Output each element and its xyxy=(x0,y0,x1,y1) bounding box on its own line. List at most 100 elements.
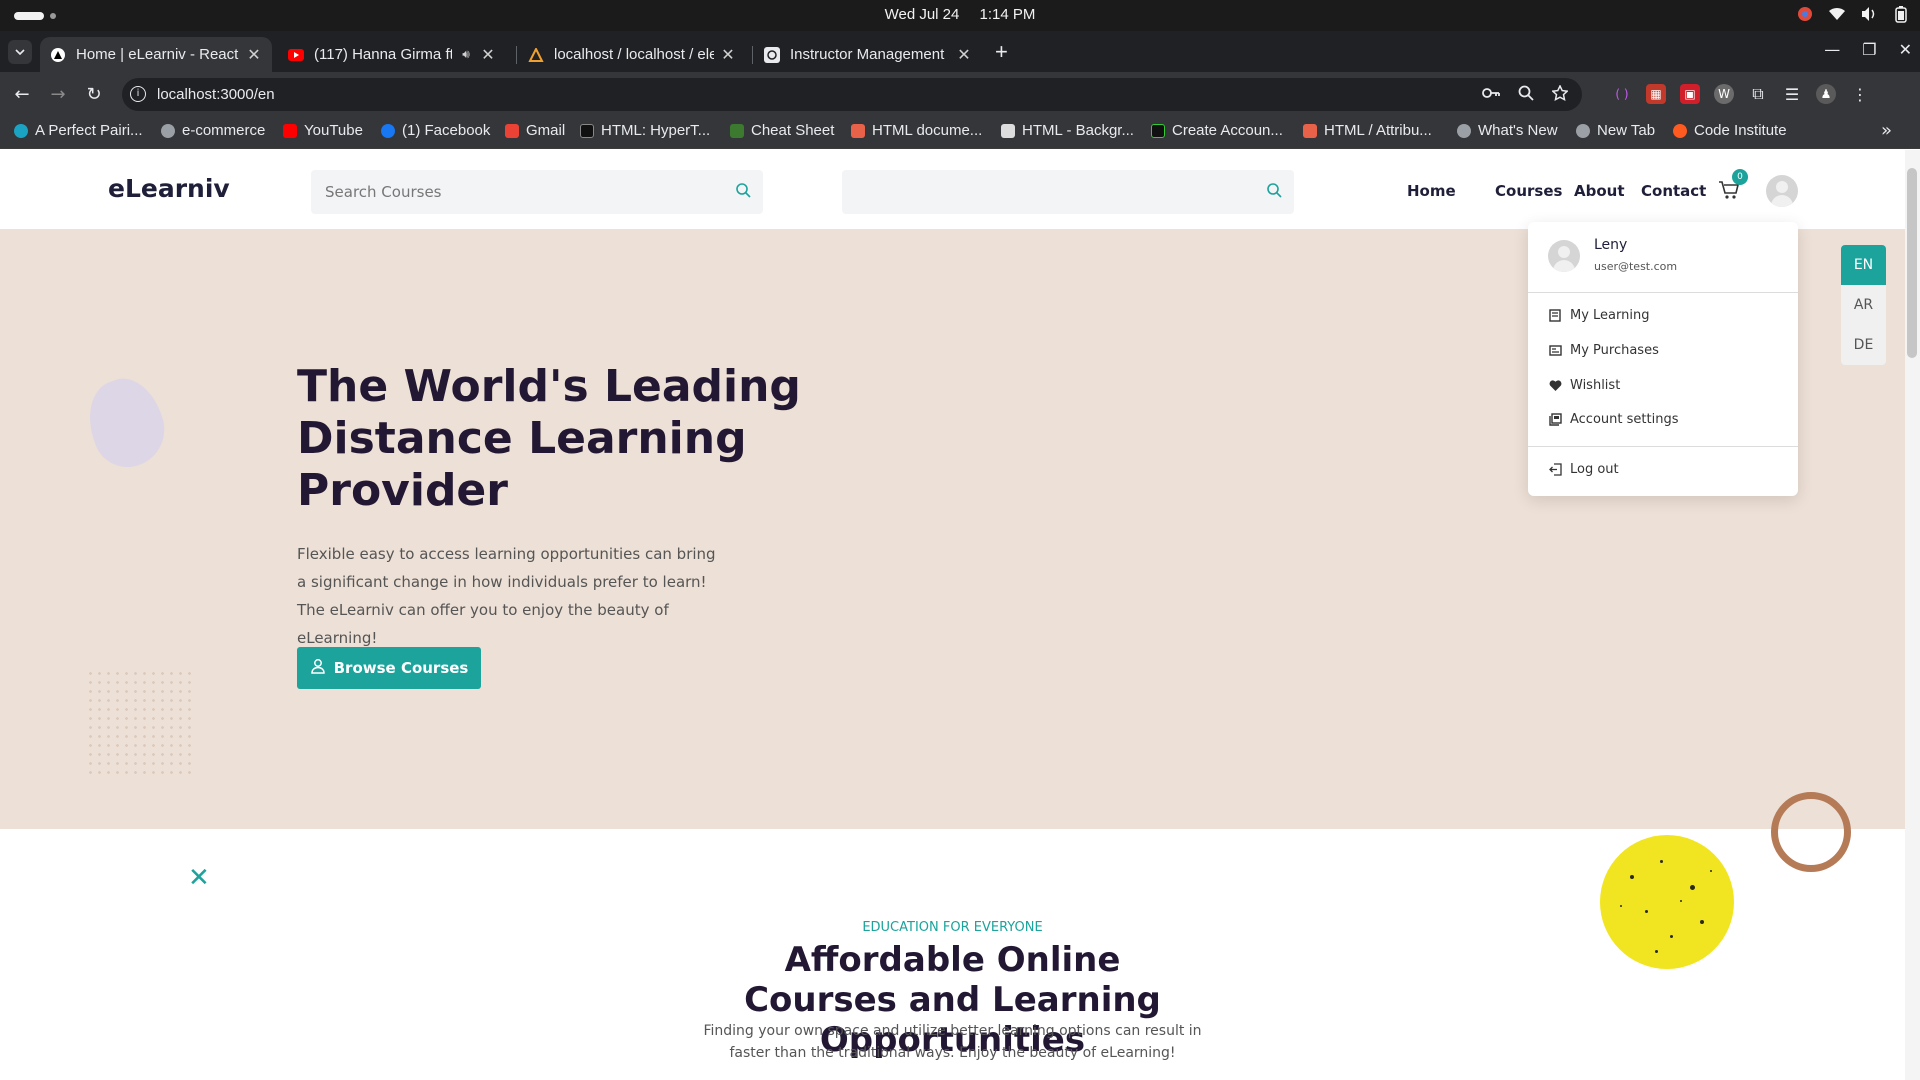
bookmark-item[interactable]: Gmail xyxy=(505,122,565,139)
language-de[interactable]: DE xyxy=(1841,325,1886,365)
minimize-icon[interactable]: — xyxy=(1824,40,1840,59)
bookmark-item[interactable]: Cheat Sheet xyxy=(730,122,834,139)
browser-tab-elearniv[interactable]: Home | eLearniv - React N ✕ xyxy=(40,37,272,72)
chrome-status-icon[interactable] xyxy=(1796,5,1814,23)
bookmark-item[interactable]: HTML / Attribu... xyxy=(1303,122,1432,139)
extension-w-icon[interactable]: W xyxy=(1714,84,1734,104)
bookmark-item[interactable]: New Tab xyxy=(1576,122,1655,139)
reading-list-icon[interactable]: ☰ xyxy=(1782,84,1802,104)
browser-tab-youtube[interactable]: (117) Hanna Girma ft. 🔊︎ ✕ xyxy=(278,37,506,72)
decorative-blob xyxy=(77,369,175,477)
user-email: user@test.com xyxy=(1594,260,1678,273)
extension-brackets-icon[interactable]: ( ) xyxy=(1612,84,1632,104)
speaker-icon[interactable]: 🔊︎ xyxy=(458,47,474,62)
browser-menu-icon[interactable]: ⋮ xyxy=(1850,84,1870,104)
close-tab-icon[interactable]: ✕ xyxy=(480,45,496,65)
browse-courses-label: Browse Courses xyxy=(333,659,469,677)
receipt-icon xyxy=(1548,344,1562,358)
maximize-icon[interactable]: ❐ xyxy=(1862,40,1876,59)
tab-title: localhost / localhost / ele xyxy=(554,46,714,63)
browser-toolbar: ← → ↻ i localhost:3000/en ( ) ▦ ▣ W ⧉ ☰ … xyxy=(0,72,1920,116)
extensions-puzzle-icon[interactable]: ⧉ xyxy=(1748,84,1768,104)
tab-title: Home | eLearniv - React N xyxy=(76,46,240,63)
bookmark-item[interactable]: What's New xyxy=(1457,122,1558,139)
tab-title: Instructor Management xyxy=(790,46,945,63)
search-icon[interactable] xyxy=(735,182,751,202)
language-ar[interactable]: AR xyxy=(1841,285,1886,325)
site-info-icon[interactable]: i xyxy=(130,86,146,102)
bookmark-item[interactable]: Create Accoun... xyxy=(1151,122,1283,139)
site-logo[interactable]: eLearniv xyxy=(108,174,230,203)
bookmark-item[interactable]: Code Institute xyxy=(1673,122,1787,139)
forward-icon[interactable]: → xyxy=(46,82,70,106)
search-icon[interactable] xyxy=(1266,182,1282,202)
extension-lock-icon[interactable]: ▣ xyxy=(1680,84,1700,104)
menu-item-my-purchases[interactable]: My Purchases xyxy=(1548,343,1659,358)
os-top-bar: Wed Jul 24 1:14 PM xyxy=(0,0,1920,31)
system-tray[interactable] xyxy=(1796,5,1910,23)
address-bar[interactable]: i localhost:3000/en xyxy=(122,78,1582,111)
tab-search-button[interactable] xyxy=(8,40,32,64)
nav-courses[interactable]: Courses xyxy=(1495,182,1562,200)
decorative-ring xyxy=(1771,792,1851,872)
user-menu-dropdown: Leny user@test.com My Learning My Purcha… xyxy=(1528,222,1798,496)
tab-separator xyxy=(516,46,517,64)
nav-contact[interactable]: Contact xyxy=(1641,182,1706,200)
code-institute-icon xyxy=(1673,123,1687,138)
browser-tab-phpmyadmin[interactable]: localhost / localhost / ele ✕ xyxy=(518,37,746,72)
browse-courses-button[interactable]: Browse Courses xyxy=(297,647,481,689)
menu-item-logout[interactable]: Log out xyxy=(1548,462,1619,477)
user-icon xyxy=(310,658,326,678)
gmail-icon xyxy=(505,123,519,138)
zoom-icon[interactable] xyxy=(1518,85,1534,105)
extension-red-app-icon[interactable]: ▦ xyxy=(1646,84,1666,104)
language-switcher: EN AR DE xyxy=(1841,245,1886,365)
language-en[interactable]: EN xyxy=(1841,245,1886,285)
cart-count-badge: 0 xyxy=(1732,169,1748,185)
cheat-sheet-icon xyxy=(730,123,744,138)
nav-about[interactable]: About xyxy=(1574,182,1625,200)
profile-icon[interactable]: ♟ xyxy=(1816,84,1836,104)
bookmark-item[interactable]: e-commerce xyxy=(161,122,265,139)
password-key-icon[interactable] xyxy=(1482,85,1500,105)
bookmark-item[interactable]: (1) Facebook xyxy=(381,122,490,139)
scrollbar-thumb[interactable] xyxy=(1907,168,1917,358)
menu-item-wishlist[interactable]: Wishlist xyxy=(1548,378,1620,393)
nav-home[interactable]: Home xyxy=(1407,182,1456,200)
user-avatar[interactable] xyxy=(1766,175,1798,207)
phpmyadmin-icon xyxy=(528,47,544,63)
bookmark-star-icon[interactable] xyxy=(1551,84,1569,105)
bookmark-item[interactable]: A Perfect Pairi... xyxy=(14,122,143,139)
browser-tab-instructor[interactable]: Instructor Management ✕ xyxy=(754,37,982,72)
close-tab-icon[interactable]: ✕ xyxy=(720,45,736,65)
reload-icon[interactable]: ↻ xyxy=(82,82,106,106)
bookmark-item[interactable]: HTML - Backgr... xyxy=(1001,122,1134,139)
search-courses-input[interactable]: Search Courses xyxy=(311,170,763,214)
new-tab-button[interactable]: + xyxy=(995,39,1008,65)
bookmark-item[interactable]: HTML docume... xyxy=(851,122,982,139)
back-icon[interactable]: ← xyxy=(10,82,34,106)
secondary-search-input[interactable] xyxy=(842,170,1294,214)
triangle-icon xyxy=(50,47,66,63)
more-bookmarks-icon[interactable]: » xyxy=(1881,120,1892,141)
url-text[interactable]: localhost:3000/en xyxy=(157,86,275,103)
close-window-icon[interactable]: ✕ xyxy=(1899,40,1912,59)
tab-separator xyxy=(752,46,753,64)
menu-item-my-learning[interactable]: My Learning xyxy=(1548,308,1649,323)
close-tab-icon[interactable]: ✕ xyxy=(246,45,262,65)
w3schools-icon xyxy=(1303,123,1317,138)
volume-icon[interactable] xyxy=(1860,5,1878,23)
menu-divider xyxy=(1528,292,1798,293)
battery-icon[interactable] xyxy=(1892,5,1910,23)
wifi-icon[interactable] xyxy=(1828,5,1846,23)
facebook-icon xyxy=(381,123,395,138)
site-header: eLearniv Search Courses Home Courses Abo… xyxy=(0,150,1905,229)
menu-item-account-settings[interactable]: Account settings xyxy=(1548,412,1678,427)
section-text: Finding your own space and utilize bette… xyxy=(703,1023,1202,1061)
os-clock[interactable]: Wed Jul 24 1:14 PM xyxy=(0,6,1920,23)
bookmark-item[interactable]: YouTube xyxy=(283,122,363,139)
close-tab-icon[interactable]: ✕ xyxy=(956,45,972,65)
bookmark-item[interactable]: HTML: HyperT... xyxy=(580,122,710,139)
decorative-dot-grid xyxy=(86,669,196,779)
menu-divider xyxy=(1528,446,1798,447)
